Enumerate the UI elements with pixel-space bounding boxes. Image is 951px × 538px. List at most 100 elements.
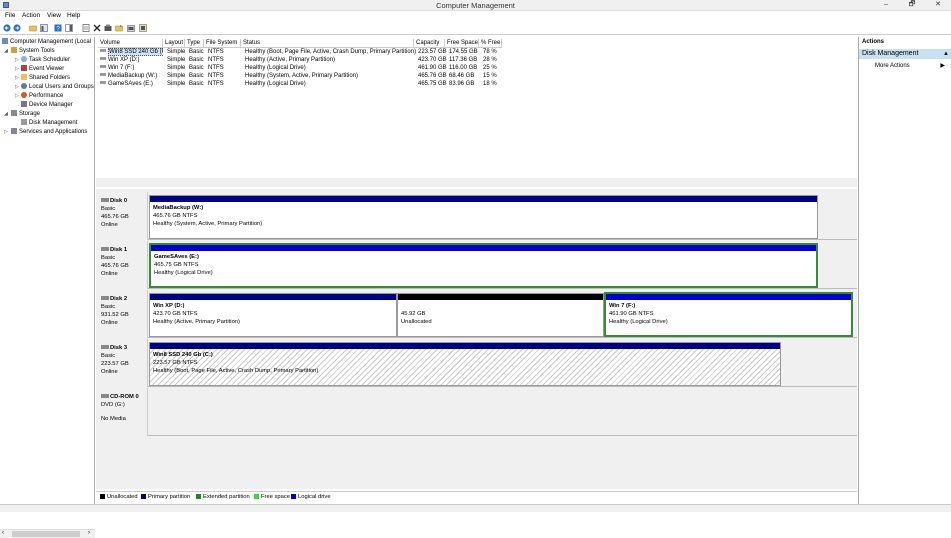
disk-label[interactable]: Disk 1 Basic 465.76 GB Online — [96, 241, 148, 289]
legend-label: Unallocated — [107, 494, 138, 500]
tree-item-system-tools[interactable]: System Tools — [11, 47, 55, 55]
disk-name: Disk 2 — [110, 296, 128, 302]
disk-label[interactable]: Disk 0 Basic 465.76 GB Online — [96, 192, 148, 240]
column-header-volume[interactable]: Volume — [98, 39, 163, 48]
disk-type: Basic — [101, 304, 116, 310]
tree-item-performance[interactable]: Performance — [21, 92, 63, 100]
volume-icon — [100, 81, 106, 84]
menu-help[interactable]: Help — [67, 12, 80, 19]
file-system-cell: NTFS — [208, 81, 224, 87]
export-icon[interactable] — [127, 24, 135, 32]
submenu-arrow-icon[interactable]: ▶ — [940, 62, 945, 69]
svg-text:?: ? — [56, 26, 60, 32]
minimize-button[interactable]: – — [877, 0, 895, 10]
collapse-triangle-icon[interactable]: ▷ — [4, 129, 8, 135]
cdrom-label[interactable]: CD-ROM 0 DVD (G:) No Media — [96, 388, 148, 436]
volume-list-scrollbar[interactable] — [96, 178, 857, 187]
disk-name: Disk 1 — [110, 247, 128, 253]
partition-unallocated[interactable]: 45.92 GB Unallocated — [397, 293, 604, 337]
status-bar — [0, 504, 951, 512]
legend-item: Primary partition — [141, 494, 190, 500]
tree-item-shared-folders[interactable]: Shared Folders — [21, 74, 70, 82]
actions-pane: Actions Disk Management ▲ More Actions ▶ — [858, 37, 951, 504]
tree-item-storage[interactable]: Storage — [11, 110, 40, 118]
tree-item-services[interactable]: Services and Applications — [11, 128, 87, 136]
close-button[interactable]: ✕ — [929, 0, 947, 10]
tree-item-disk-management[interactable]: Disk Management — [21, 119, 77, 127]
more-actions-link[interactable]: More Actions — [875, 63, 910, 69]
tree-horizontal-scrollbar[interactable]: ‹ › — [0, 529, 95, 538]
up-folder-icon[interactable] — [29, 24, 37, 32]
partition-size: 45.92 GB — [401, 311, 426, 317]
legend-item: Free space — [254, 494, 290, 500]
view-icon[interactable] — [139, 24, 147, 32]
disk-label[interactable]: Disk 3 Basic 223.57 GB Online — [96, 339, 148, 387]
volume-name-cell: GameSAves (E:) — [98, 80, 163, 89]
legend-swatch-extended — [196, 494, 201, 499]
disk-status: Online — [101, 320, 118, 326]
delete-icon[interactable] — [93, 24, 101, 32]
menu-file[interactable]: File — [5, 12, 15, 19]
partition-status: Healthy (Boot, Page File, Active, Crash … — [153, 368, 319, 374]
disk-name: Disk 3 — [110, 345, 128, 351]
table-row[interactable]: GameSAves (E:) Simple Basic NTFS Healthy… — [96, 80, 506, 89]
partition-name-blank — [401, 302, 600, 310]
collapse-triangle-icon[interactable]: ▷ — [15, 66, 19, 72]
help-icon[interactable]: ? — [54, 24, 62, 32]
partition-name: GameSAves (E:) — [154, 254, 199, 260]
partition-mediabackup[interactable]: MediaBackup (W:) 465.76 GB NTFS Healthy … — [149, 195, 818, 239]
menu-view[interactable]: View — [47, 12, 61, 19]
console-icon[interactable] — [40, 24, 48, 32]
collapse-triangle-icon[interactable]: ▷ — [15, 75, 19, 81]
partition-win8-ssd[interactable]: Win8 SSD 240 Gb (C:) 223.57 GB NTFS Heal… — [149, 342, 781, 386]
disk-icon — [101, 198, 109, 202]
scroll-right-icon[interactable]: › — [88, 530, 90, 536]
partition-size: 423.70 GB NTFS — [153, 311, 198, 317]
panel-icon[interactable] — [65, 24, 73, 32]
expand-triangle-icon[interactable]: ◢ — [4, 111, 8, 117]
disk-label[interactable]: Disk 2 Basic 931.52 GB Online — [96, 290, 148, 338]
legend-label: Free space — [261, 494, 290, 500]
column-header-capacity[interactable]: Capacity — [414, 39, 445, 48]
collapse-triangle-icon[interactable]: ▷ — [15, 93, 19, 99]
tree-scroll-thumb[interactable] — [12, 531, 80, 537]
maximize-button[interactable]: 🗗 — [903, 0, 921, 10]
menu-action[interactable]: Action — [22, 12, 40, 19]
actions-section-disk-management[interactable]: Disk Management ▲ — [859, 49, 951, 59]
column-header-file-system[interactable]: File System — [204, 39, 241, 48]
column-header-percent-free[interactable]: % Free — [479, 39, 502, 48]
folder-open-icon[interactable] — [115, 24, 123, 32]
tree-label-performance: Performance — [29, 93, 64, 99]
tree-item-device-manager[interactable]: Device Manager — [21, 101, 73, 109]
volume-name: Win 7 (F:) — [108, 65, 135, 71]
free-space-cell: 83.96 GB — [449, 81, 475, 87]
collapse-triangle-icon[interactable]: ▷ — [15, 57, 19, 63]
column-header-status[interactable]: Status — [241, 39, 414, 48]
partition-gamesaves[interactable]: GameSAves (E:) 465.75 GB NTFS Healthy (L… — [149, 243, 818, 288]
disk-management-icon — [21, 119, 27, 125]
column-header-layout[interactable]: Layout — [163, 39, 185, 48]
partition-winxp[interactable]: Win XP (D:) 423.70 GB NTFS Healthy (Acti… — [149, 293, 397, 337]
tree-item-root[interactable]: Computer Management (Local — [2, 38, 91, 46]
back-icon[interactable] — [3, 24, 11, 32]
disk-graphical-view: Disk 0 Basic 465.76 GB Online MediaBacku… — [96, 189, 857, 489]
partition-size: 223.57 GB NTFS — [153, 360, 198, 366]
tree-item-local-users[interactable]: Local Users and Groups — [21, 83, 94, 91]
tree-item-event-viewer[interactable]: Event Viewer — [21, 65, 64, 73]
legend-swatch-free — [254, 494, 259, 499]
tree-item-task-scheduler[interactable]: Task Scheduler — [21, 56, 70, 64]
disk-properties-icon[interactable] — [104, 24, 112, 32]
partition-win7[interactable]: Win 7 (F:) 461.90 GB NTFS Healthy (Logic… — [604, 292, 853, 337]
properties-icon[interactable] — [82, 24, 90, 32]
forward-icon[interactable] — [13, 24, 21, 32]
scroll-left-icon[interactable]: ‹ — [2, 530, 4, 536]
collapse-up-icon[interactable]: ▲ — [943, 49, 949, 59]
column-header-free-space[interactable]: Free Space — [445, 39, 479, 48]
disk-status: No Media — [101, 416, 126, 422]
actions-header: Actions — [862, 39, 885, 45]
disk-type: Basic — [101, 206, 116, 212]
collapse-triangle-icon[interactable]: ▷ — [15, 84, 19, 90]
legend-label: Primary partition — [148, 494, 191, 500]
column-header-type[interactable]: Type — [185, 39, 204, 48]
expand-triangle-icon[interactable]: ◢ — [4, 48, 8, 54]
